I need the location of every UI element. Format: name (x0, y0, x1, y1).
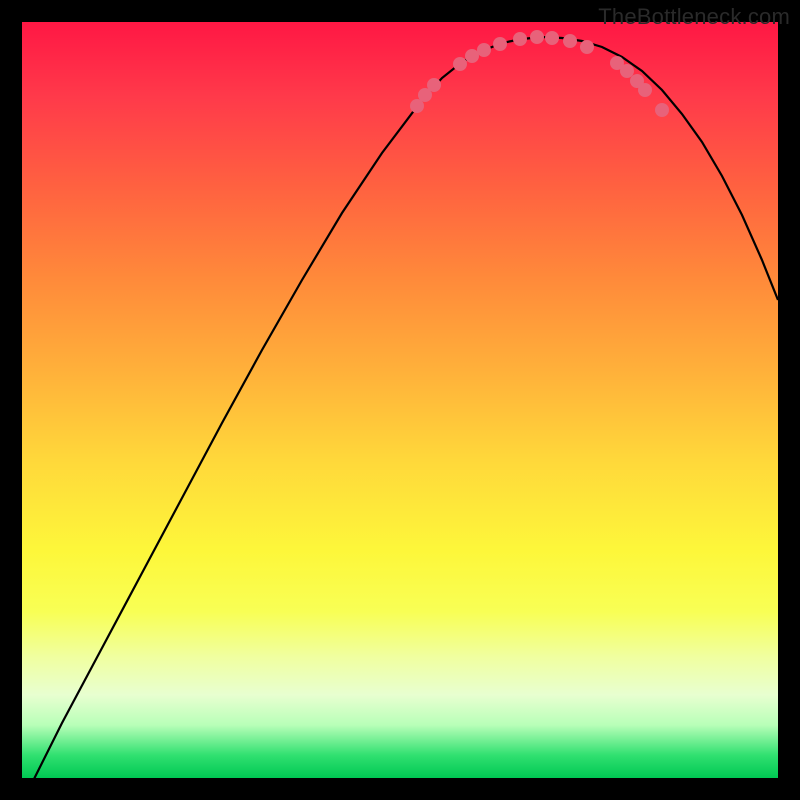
curve-marker (580, 40, 594, 54)
curve-marker (655, 103, 669, 117)
curve-marker (513, 32, 527, 46)
curve-marker (620, 64, 634, 78)
curve-marker (465, 49, 479, 63)
chart-svg (22, 22, 778, 778)
curve-marker (427, 78, 441, 92)
chart-container: TheBottleneck.com (0, 0, 800, 800)
curve-marker (477, 43, 491, 57)
watermark-text: TheBottleneck.com (598, 4, 790, 30)
curve-marker (530, 30, 544, 44)
curve-marker (545, 31, 559, 45)
bottleneck-curve (22, 37, 778, 778)
curve-marker (563, 34, 577, 48)
curve-marker (638, 83, 652, 97)
plot-area (22, 22, 778, 778)
curve-marker (453, 57, 467, 71)
curve-marker (493, 37, 507, 51)
